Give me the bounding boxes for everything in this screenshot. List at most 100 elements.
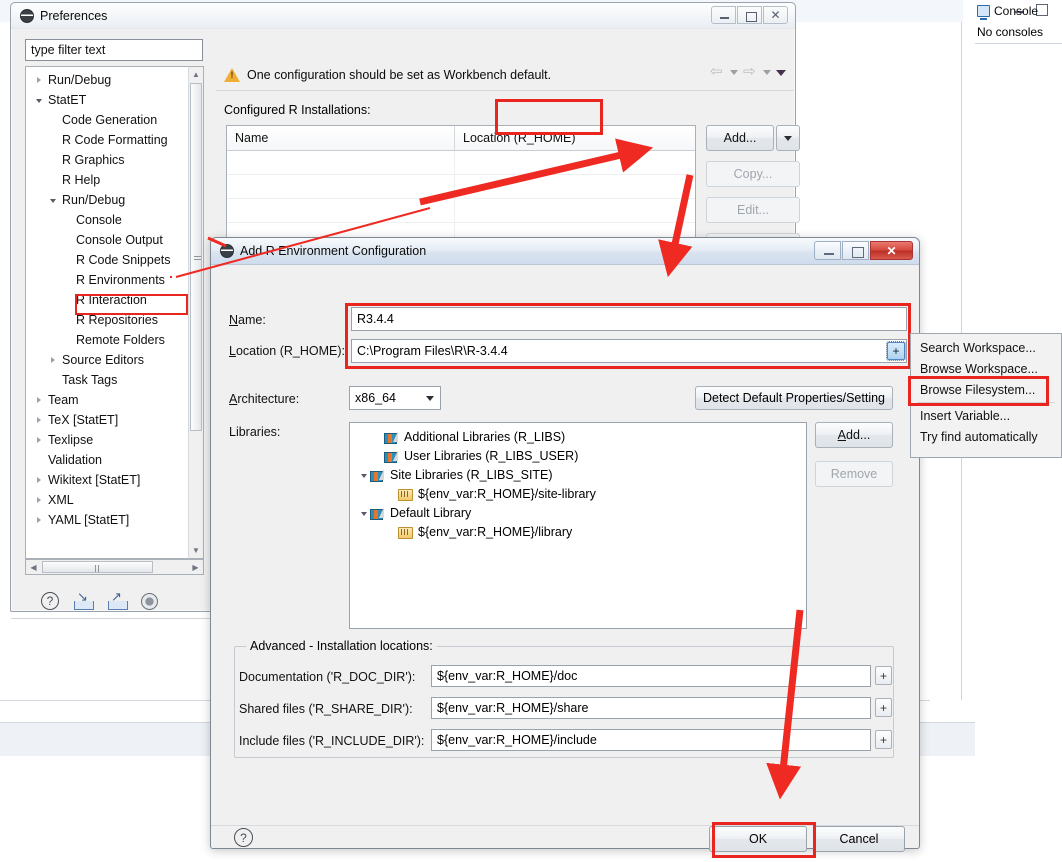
tree-horizontal-scrollbar[interactable]: ◀ ▶	[25, 559, 204, 575]
sidebar-item-console[interactable]: Console	[26, 210, 203, 230]
add-dialog-close-button[interactable]: ✕	[870, 241, 913, 260]
sidebar-item-r-graphics[interactable]: R Graphics	[26, 150, 203, 170]
sidebar-item-r-code-formatting[interactable]: R Code Formatting	[26, 130, 203, 150]
forward-arrow-icon[interactable]	[743, 62, 758, 80]
scroll-right-icon[interactable]: ▶	[188, 560, 203, 574]
chevron-right-icon[interactable]	[32, 437, 45, 443]
chevron-right-icon[interactable]	[32, 417, 45, 423]
table-row[interactable]	[227, 199, 695, 223]
filter-input-box[interactable]: type filter text	[25, 39, 203, 61]
library-add-button[interactable]: AAdd...dd...	[815, 422, 893, 448]
library-tree-item[interactable]: Site Libraries (R_LIBS_SITE)	[358, 465, 806, 484]
advanced-row-label: Documentation ('R_DOC_DIR'):	[239, 670, 416, 684]
sidebar-item-wikitext-statet[interactable]: Wikitext [StatET]	[26, 470, 203, 490]
chevron-right-icon[interactable]	[32, 517, 45, 523]
advanced-row-variable-button[interactable]: +	[875, 698, 892, 717]
cancel-button[interactable]: Cancel	[813, 826, 905, 852]
library-item-label: User Libraries (R_LIBS_USER)	[404, 448, 579, 463]
sidebar-item-label: Console Output	[76, 233, 163, 247]
sidebar-item-tex-statet[interactable]: TeX [StatET]	[26, 410, 203, 430]
library-tree-item[interactable]: Additional Libraries (R_LIBS)	[358, 427, 806, 446]
add-button[interactable]: Add...	[706, 125, 774, 151]
chevron-down-icon[interactable]	[358, 472, 370, 478]
menu-item-insert-variable[interactable]: Insert Variable...	[911, 405, 1061, 426]
help-icon[interactable]: ?	[41, 592, 59, 610]
library-tree-item[interactable]: User Libraries (R_LIBS_USER)	[358, 446, 806, 465]
architecture-select[interactable]: x86_64	[349, 386, 441, 410]
scroll-down-icon[interactable]: ▼	[189, 543, 203, 558]
sidebar-item-source-editors[interactable]: Source Editors	[26, 350, 203, 370]
help-icon[interactable]: ?	[234, 828, 253, 847]
sidebar-item-label: R Interaction	[76, 293, 147, 307]
chevron-right-icon[interactable]	[32, 397, 45, 403]
chevron-down-icon[interactable]	[32, 97, 45, 103]
sidebar-item-remote-folders[interactable]: Remote Folders	[26, 330, 203, 350]
tree-scroll-thumb[interactable]	[190, 83, 202, 431]
chevron-right-icon[interactable]	[32, 477, 45, 483]
copy-button[interactable]: Copy...	[706, 161, 800, 187]
preferences-minimize-button[interactable]	[711, 6, 736, 24]
sidebar-item-xml[interactable]: XML	[26, 490, 203, 510]
import-icon[interactable]	[73, 589, 94, 610]
table-row[interactable]	[227, 151, 695, 175]
chevron-right-icon[interactable]	[32, 77, 45, 83]
table-row[interactable]	[227, 175, 695, 199]
sidebar-item-console-output[interactable]: Console Output	[26, 230, 203, 250]
library-tree-item[interactable]: ${env_var:R_HOME}/library	[358, 522, 806, 541]
sidebar-item-r-help[interactable]: R Help	[26, 170, 203, 190]
sidebar-item-r-interaction[interactable]: R Interaction	[26, 290, 203, 310]
menu-item-search-workspace[interactable]: Search Workspace...	[911, 337, 1061, 358]
chevron-right-icon[interactable]	[46, 357, 59, 363]
edit-button[interactable]: Edit...	[706, 197, 800, 223]
preferences-close-button[interactable]: ✕	[763, 6, 788, 24]
preferences-message-bar: One configuration should be set as Workb…	[216, 59, 794, 91]
advanced-row-variable-button[interactable]: +	[875, 730, 892, 749]
advanced-row-variable-button[interactable]: +	[875, 666, 892, 685]
libraries-tree[interactable]: Additional Libraries (R_LIBS) User Librar…	[349, 422, 807, 629]
sidebar-item-r-repositories[interactable]: R Repositories	[26, 310, 203, 330]
sidebar-item-task-tags[interactable]: Task Tags	[26, 370, 203, 390]
sidebar-item-validation[interactable]: Validation	[26, 450, 203, 470]
restore-defaults-icon[interactable]	[141, 592, 158, 610]
add-dialog-window-controls: ✕	[814, 241, 913, 260]
tree-hscroll-thumb[interactable]	[42, 561, 153, 573]
scroll-left-icon[interactable]: ◀	[26, 560, 41, 574]
sidebar-item-team[interactable]: Team	[26, 390, 203, 410]
export-icon[interactable]	[107, 589, 128, 610]
sidebar-item-r-code-snippets[interactable]: R Code Snippets	[26, 250, 203, 270]
library-tree-item[interactable]: Default Library	[358, 503, 806, 522]
sidebar-item-run-debug[interactable]: Run/Debug	[26, 190, 203, 210]
sidebar-item-statet[interactable]: StatET	[26, 90, 203, 110]
add-dialog-minimize-button[interactable]	[814, 241, 841, 260]
back-history-chevron-icon[interactable]	[730, 70, 738, 75]
tab-console[interactable]: Console	[975, 2, 1062, 22]
preferences-maximize-button[interactable]	[737, 6, 762, 24]
detect-defaults-button[interactable]: Detect Default Properties/Setting	[695, 386, 893, 410]
advanced-row-input[interactable]: ${env_var:R_HOME}/doc	[431, 665, 871, 687]
advanced-row-input[interactable]: ${env_var:R_HOME}/share	[431, 697, 871, 719]
library-remove-button[interactable]: Remove	[815, 461, 893, 487]
sidebar-item-texlipse[interactable]: Texlipse	[26, 430, 203, 450]
sidebar-item-label: Run/Debug	[62, 193, 126, 207]
advanced-row-value: ${env_var:R_HOME}/include	[437, 733, 597, 747]
forward-history-chevron-icon[interactable]	[763, 70, 771, 75]
view-menu-chevron-icon[interactable]	[776, 69, 786, 76]
preferences-tree[interactable]: Run/Debug StatET Code Generation R Code For…	[25, 66, 203, 559]
scroll-up-icon[interactable]: ▲	[189, 67, 203, 82]
sidebar-item-code-generation[interactable]: Code Generation	[26, 110, 203, 130]
sidebar-item-r-environments[interactable]: R Environments	[26, 270, 203, 290]
column-header-name[interactable]: Name	[227, 126, 455, 150]
chevron-right-icon[interactable]	[32, 497, 45, 503]
sidebar-item-run-debug[interactable]: Run/Debug	[26, 70, 203, 90]
sidebar-item-label: XML	[48, 493, 74, 507]
advanced-row-input[interactable]: ${env_var:R_HOME}/include	[431, 729, 871, 751]
chevron-down-icon[interactable]	[358, 510, 370, 516]
back-arrow-icon[interactable]	[710, 62, 725, 80]
add-dialog-maximize-button[interactable]	[842, 241, 869, 260]
chevron-down-icon[interactable]	[46, 197, 59, 203]
menu-item-try-find-automatically[interactable]: Try find automatically	[911, 426, 1061, 447]
library-tree-item[interactable]: ${env_var:R_HOME}/site-library	[358, 484, 806, 503]
add-dropdown-button[interactable]	[776, 125, 800, 151]
sidebar-item-yaml-statet[interactable]: YAML [StatET]	[26, 510, 203, 530]
tree-vertical-scrollbar[interactable]: ▲ ▼	[188, 66, 204, 559]
